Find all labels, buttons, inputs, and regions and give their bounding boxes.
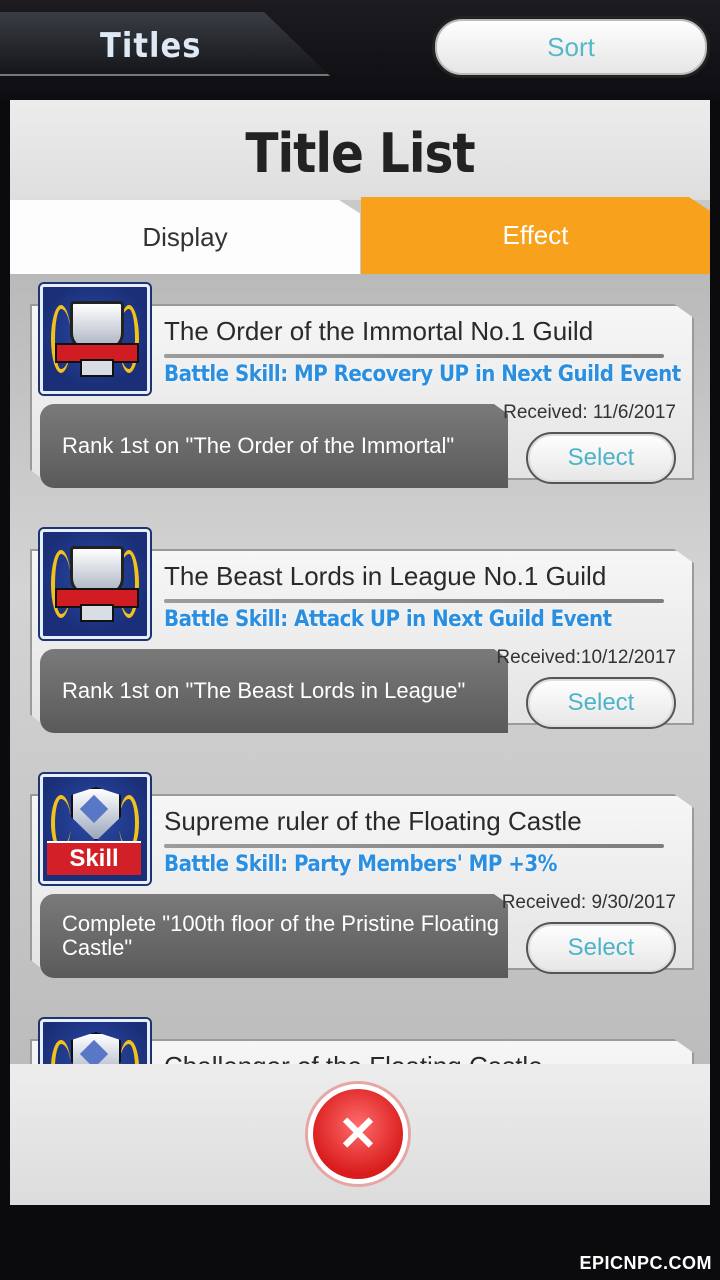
battle-skill: Battle Skill: Party Members' MP +3% [164, 852, 557, 877]
select-button[interactable]: Select [526, 922, 676, 974]
skill-shield-icon: Skill [40, 774, 150, 884]
guild-trophy-icon [40, 529, 150, 639]
tab-effect[interactable]: Effect [361, 197, 710, 274]
card-title: The Beast Lords in League No.1 Guild [164, 561, 607, 591]
panel-footer: ✕ [10, 1064, 710, 1205]
titles-tab-label: Titles [100, 26, 202, 66]
card-title: The Order of the Immortal No.1 Guild [164, 316, 594, 346]
panel-title: Title List [245, 122, 475, 185]
card-title: Supreme ruler of the Floating Castle [164, 806, 582, 836]
close-icon: ✕ [337, 1108, 379, 1161]
battle-skill-text: Party Members' MP +3% [294, 852, 557, 877]
select-button[interactable]: Select [526, 432, 676, 484]
battle-skill: Battle Skill: MP Recovery UP in Next Gui… [164, 362, 681, 387]
guild-trophy-icon [40, 284, 150, 394]
card-divider [164, 354, 664, 358]
battle-skill-text: MP Recovery UP in Next Guild Event [294, 362, 681, 387]
laurel-left [51, 1040, 71, 1064]
skill-badge: Skill [47, 841, 141, 875]
title-condition: Complete "100th floor of the Pristine Fl… [40, 894, 508, 978]
top-bar: Titles Sort [0, 0, 720, 100]
tab-display[interactable]: Display [10, 200, 360, 274]
battle-skill: Battle Skill: Attack UP in Next Guild Ev… [164, 607, 612, 632]
received-date: Received:10/12/2017 [496, 647, 676, 668]
laurel-right [119, 1040, 139, 1064]
sort-button[interactable]: Sort [432, 16, 710, 78]
title-condition: Rank 1st on "The Beast Lords in League" [40, 649, 508, 733]
title-card: The Beast Lords in League No.1 Guild Bat… [30, 529, 694, 733]
panel-header: Title List [10, 100, 710, 200]
received-date: Received: 11/6/2017 [503, 402, 676, 423]
received-date: Received: 9/30/2017 [501, 892, 676, 913]
title-list[interactable]: The Order of the Immortal No.1 Guild Bat… [10, 274, 710, 1064]
title-card: The Order of the Immortal No.1 Guild Bat… [30, 284, 694, 488]
trophy-base [80, 604, 114, 622]
card-title: Challenger of the Floating Castle [164, 1051, 543, 1064]
trophy-base [80, 359, 114, 377]
battle-skill-text: Attack UP in Next Guild Event [294, 607, 612, 632]
close-button[interactable]: ✕ [308, 1084, 408, 1184]
battle-skill-prefix: Battle Skill: [164, 852, 288, 877]
card-divider [164, 599, 664, 603]
select-button[interactable]: Select [526, 677, 676, 729]
card-divider [164, 844, 664, 848]
title-list-panel: Title List Display Effect The Order of t… [10, 100, 710, 1205]
title-card: Challenger of the Floating Castle [30, 1019, 694, 1064]
title-condition: Rank 1st on "The Order of the Immortal" [40, 404, 508, 488]
battle-skill-prefix: Battle Skill: [164, 607, 288, 632]
watermark: EPICNPC.COM [579, 1253, 712, 1273]
titles-tab[interactable]: Titles [0, 12, 330, 76]
skill-shield-icon [40, 1019, 150, 1064]
battle-skill-prefix: Battle Skill: [164, 362, 288, 387]
title-card: Skill Supreme ruler of the Floating Cast… [30, 774, 694, 978]
